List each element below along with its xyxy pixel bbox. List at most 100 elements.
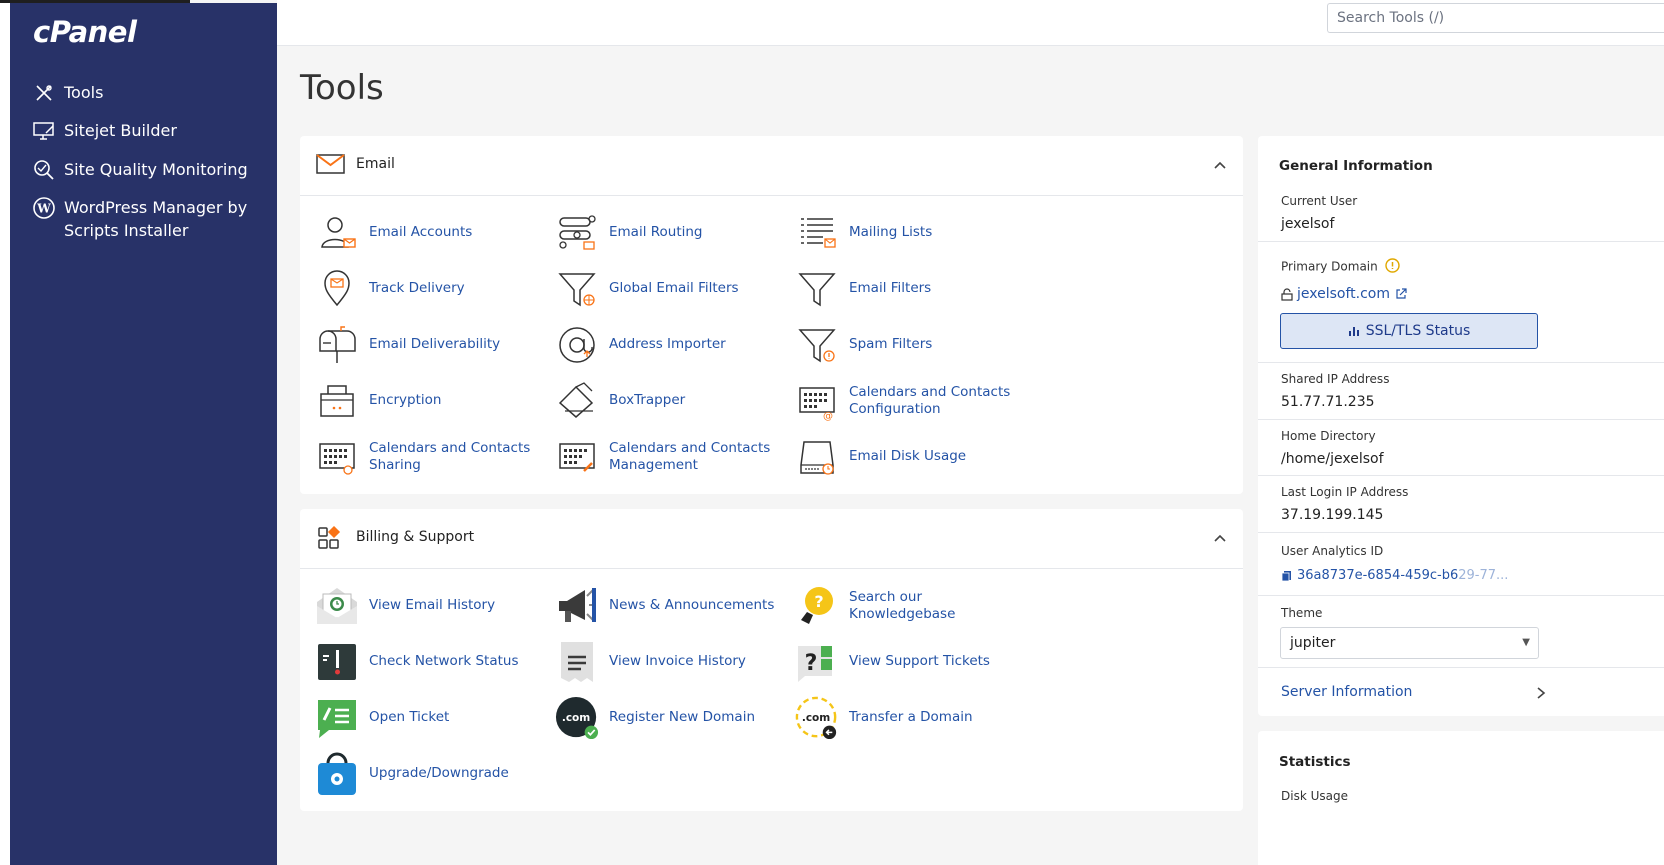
email-panel-title: Email (356, 156, 395, 172)
lightbulb-icon: ? (795, 584, 839, 628)
primary-domain-link[interactable]: jexelsoft.com (1297, 286, 1390, 302)
tool-global-email-filters[interactable]: Global Email Filters (555, 267, 739, 311)
calendar-at-icon: @ (795, 379, 839, 423)
shared-ip-label: Shared IP Address (1281, 372, 1390, 386)
sidebar-item-sitejet[interactable]: Sitejet Builder (32, 119, 177, 143)
server-information-link[interactable]: Server Information (1281, 684, 1412, 700)
mailbox-icon (315, 323, 359, 367)
tool-label: Mailing Lists (849, 224, 933, 241)
page-title: Tools (300, 68, 384, 108)
last-login-ip-value: 37.19.199.145 (1281, 507, 1384, 523)
tool-email-deliverability[interactable]: Email Deliverability (315, 323, 500, 367)
divider (1258, 241, 1664, 242)
tool-calendars-management[interactable]: Calendars and Contacts Management (555, 435, 779, 479)
tool-encryption[interactable]: Encryption (315, 379, 441, 423)
network-status-icon (315, 640, 359, 684)
box-trapper-icon (555, 379, 599, 423)
email-panel-header[interactable]: Email (300, 136, 1243, 196)
theme-label: Theme (1281, 606, 1323, 620)
tool-email-filters[interactable]: Email Filters (795, 267, 931, 311)
chevron-up-icon[interactable] (1213, 158, 1227, 172)
external-link-icon[interactable] (1395, 288, 1407, 300)
svg-text:.com: .com (562, 712, 590, 724)
user-analytics-id-overflow: 29-77... (1458, 568, 1509, 583)
sidebar-item-wordpress-manager[interactable]: W WordPress Manager by Scripts Installer (32, 196, 254, 242)
tool-search-knowledgebase[interactable]: ? Search our Knowledgebase (795, 584, 1019, 628)
tool-view-email-history[interactable]: View Email History (315, 584, 495, 628)
tool-mailing-lists[interactable]: Mailing Lists (795, 211, 932, 255)
megaphone-icon (555, 584, 599, 628)
sidebar-item-label: Sitejet Builder (64, 121, 177, 140)
statistics-panel: Statistics Disk Usage (1258, 731, 1664, 865)
search-input[interactable]: Search Tools (/) (1327, 3, 1664, 33)
tool-label: Email Accounts (369, 224, 473, 241)
tool-label: View Email History (369, 597, 496, 614)
tool-label: Calendars and Contacts Sharing (369, 439, 531, 474)
tool-label: Open Ticket (369, 709, 450, 726)
tool-track-delivery[interactable]: Track Delivery (315, 267, 465, 311)
cpanel-logo[interactable]: cPanel (33, 15, 137, 49)
lock-icon (1281, 287, 1293, 301)
chevron-right-icon[interactable] (1536, 686, 1546, 705)
current-user-label: Current User (1281, 194, 1358, 208)
tool-label: BoxTrapper (609, 392, 686, 409)
primary-domain-row: jexelsoft.com (1281, 286, 1407, 302)
email-history-icon (315, 584, 359, 628)
routing-icon (555, 211, 599, 255)
svg-text:?: ? (814, 592, 823, 611)
billing-panel-header[interactable]: Billing & Support (300, 509, 1243, 569)
ssl-tls-status-button[interactable]: SSL/TLS Status (1280, 313, 1538, 349)
copy-icon[interactable] (1281, 570, 1292, 582)
tool-calendars-configuration[interactable]: @ Calendars and Contacts Configuration (795, 379, 1019, 423)
tool-address-importer[interactable]: Address Importer (555, 323, 726, 367)
support-tickets-icon: ? (795, 640, 839, 684)
calendar-share-icon (315, 435, 359, 479)
user-mail-icon (315, 211, 359, 255)
theme-select-value: jupiter (1290, 635, 1336, 651)
home-directory-label: Home Directory (1281, 429, 1376, 443)
tool-transfer-domain[interactable]: .com Transfer a Domain (795, 696, 973, 740)
tool-check-network-status[interactable]: Check Network Status (315, 640, 519, 684)
tool-upgrade-downgrade[interactable]: Upgrade/Downgrade (315, 752, 509, 796)
tool-boxtrapper[interactable]: BoxTrapper (555, 379, 685, 423)
open-ticket-icon (315, 696, 359, 740)
tool-calendars-sharing[interactable]: Calendars and Contacts Sharing (315, 435, 539, 479)
tool-label: Register New Domain (609, 709, 755, 726)
divider (1258, 362, 1664, 363)
monitor-edit-icon (32, 119, 56, 143)
sidebar-item-label: Tools (64, 83, 104, 102)
tool-email-disk-usage[interactable]: Email Disk Usage (795, 435, 966, 479)
tool-label: Address Importer (609, 336, 726, 353)
sidebar-item-tools[interactable]: Tools (32, 81, 103, 105)
tool-open-ticket[interactable]: Open Ticket (315, 696, 449, 740)
divider (1258, 532, 1664, 533)
info-warning-icon[interactable] (1384, 258, 1400, 276)
chevron-up-icon[interactable] (1213, 531, 1227, 545)
general-information-panel: General Information Current User jexelso… (1258, 136, 1664, 716)
magnifier-check-icon (32, 158, 56, 182)
disk-usage-label: Disk Usage (1281, 789, 1348, 803)
billing-panel: Billing & Support View Email History New… (300, 509, 1243, 811)
divider (1258, 419, 1664, 420)
caret-down-icon: ▼ (1522, 637, 1530, 648)
sidebar-item-site-quality[interactable]: Site Quality Monitoring (32, 158, 248, 182)
tool-label: Email Disk Usage (849, 448, 967, 465)
tool-label: Encryption (369, 392, 442, 409)
tool-label: Upgrade/Downgrade (369, 765, 509, 782)
tool-email-routing[interactable]: Email Routing (555, 211, 703, 255)
tool-spam-filters[interactable]: Spam Filters (795, 323, 932, 367)
user-analytics-id-value[interactable]: 36a8737e-6854-459c-b6 (1297, 568, 1458, 583)
tool-view-invoice-history[interactable]: View Invoice History (555, 640, 746, 684)
email-panel: Email Email Accounts Email Routing Maili… (300, 136, 1243, 494)
tools-icon (32, 81, 56, 105)
register-domain-icon: .com (555, 696, 599, 740)
current-user-value: jexelsof (1281, 216, 1335, 232)
tool-view-support-tickets[interactable]: ? View Support Tickets (795, 640, 990, 684)
tool-email-accounts[interactable]: Email Accounts (315, 211, 472, 255)
theme-select[interactable]: jupiter ▼ (1280, 627, 1539, 659)
tool-news-announcements[interactable]: News & Announcements (555, 584, 774, 628)
tool-register-new-domain[interactable]: .com Register New Domain (555, 696, 755, 740)
general-information-title: General Information (1279, 158, 1433, 174)
tool-label: Global Email Filters (609, 280, 739, 297)
tool-label: Email Filters (849, 280, 932, 297)
